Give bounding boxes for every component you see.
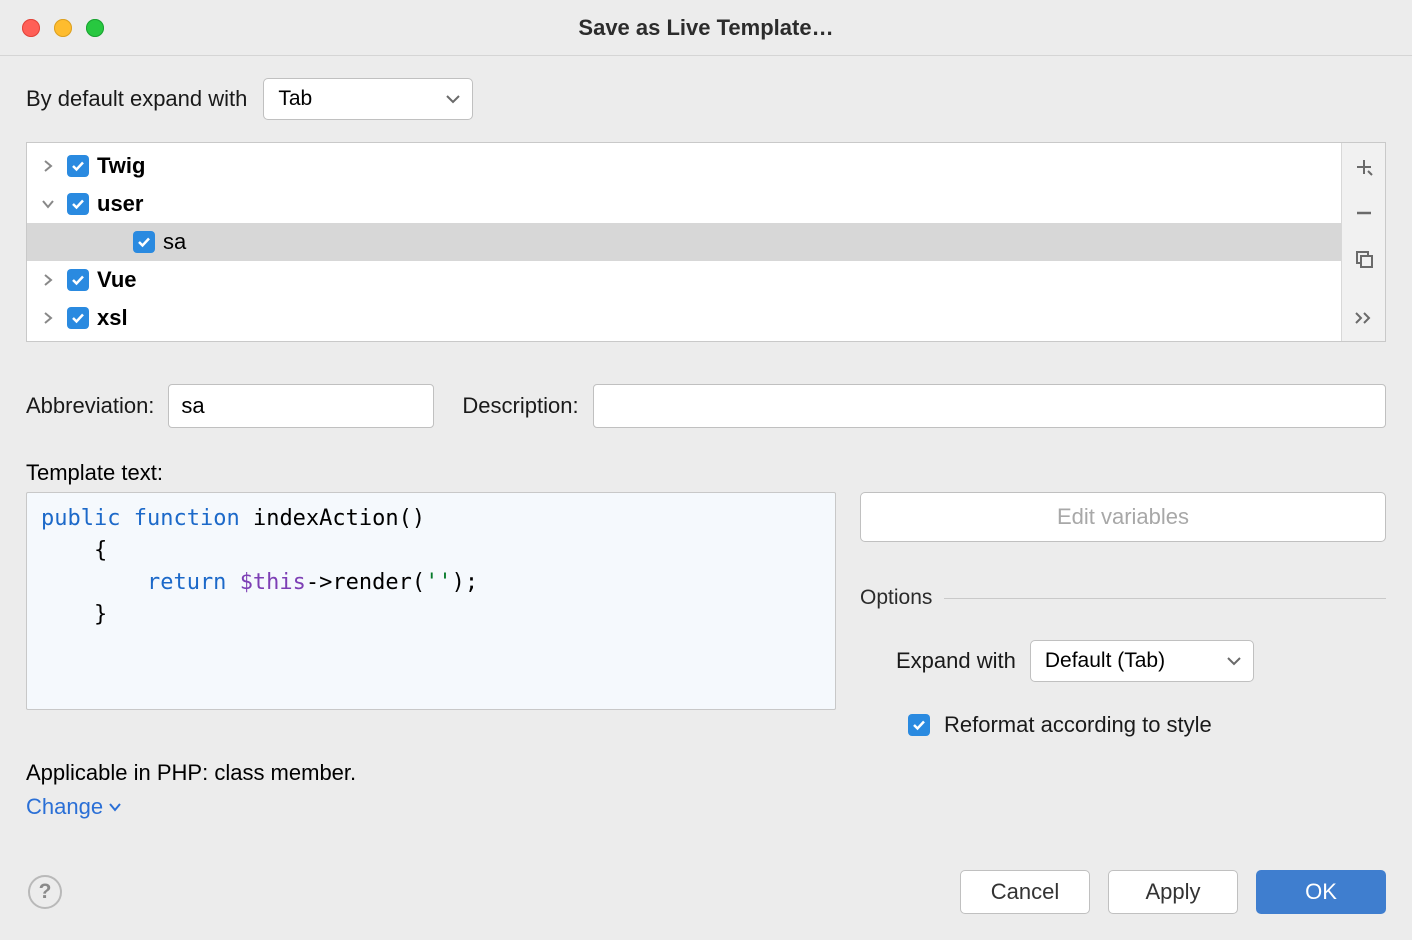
help-icon[interactable]: ? <box>28 875 62 909</box>
duplicate-icon[interactable] <box>1350 245 1378 273</box>
code-text: indexAction() <box>240 506 425 531</box>
dialog-title: Save as Live Template… <box>0 15 1412 41</box>
expand-with-default-value: Tab <box>278 87 312 111</box>
button-label: Cancel <box>991 879 1059 905</box>
expand-with-default-select[interactable]: Tab <box>263 78 473 120</box>
ok-button[interactable]: OK <box>1256 870 1386 914</box>
chevron-right-icon[interactable] <box>37 159 59 173</box>
abbreviation-row: Abbreviation: Description: <box>26 384 1386 428</box>
expand-with-default-label: By default expand with <box>26 86 247 112</box>
window-controls <box>0 19 104 37</box>
code-text: { <box>41 538 107 563</box>
dialog-window: Save as Live Template… By default expand… <box>0 0 1412 940</box>
applicable-context: Applicable in PHP: class member. <box>26 760 1386 786</box>
tree-item-twig[interactable]: Twig <box>27 147 1341 185</box>
tree-item-user[interactable]: user <box>27 185 1341 223</box>
code-kw: public <box>41 506 120 531</box>
tree-item-xsl[interactable]: xsl <box>27 299 1341 337</box>
tree-item-vue[interactable]: Vue <box>27 261 1341 299</box>
apply-button[interactable]: Apply <box>1108 870 1238 914</box>
code-kw: return <box>41 570 240 595</box>
checkbox-icon[interactable] <box>133 231 155 253</box>
add-icon[interactable] <box>1350 153 1378 181</box>
tree-toolbar <box>1341 143 1385 341</box>
more-icon[interactable] <box>1350 303 1378 331</box>
footer: ? Cancel Apply OK <box>26 852 1386 940</box>
change-link-label: Change <box>26 794 103 820</box>
template-tree[interactable]: Twig user sa Vue <box>27 143 1341 341</box>
options-heading: Options <box>860 586 1386 610</box>
reformat-row: Reformat according to style <box>908 712 1386 738</box>
reformat-label: Reformat according to style <box>944 712 1212 738</box>
description-input[interactable] <box>593 384 1386 428</box>
template-text-editor[interactable]: public function indexAction() { return $… <box>26 492 836 710</box>
expand-with-row: Expand with Default (Tab) <box>896 640 1386 682</box>
chevron-down-icon <box>109 802 121 812</box>
chevron-down-icon <box>1227 656 1241 666</box>
chevron-down-icon[interactable] <box>37 198 59 210</box>
maximize-window-icon[interactable] <box>86 19 104 37</box>
edit-variables-label: Edit variables <box>1057 504 1189 530</box>
description-label: Description: <box>462 393 578 419</box>
checkbox-icon[interactable] <box>67 155 89 177</box>
abbreviation-input[interactable] <box>168 384 434 428</box>
options-label: Options <box>860 586 932 610</box>
checkbox-icon[interactable] <box>67 307 89 329</box>
expand-with-value: Default (Tab) <box>1045 649 1165 673</box>
content-area: By default expand with Tab Twig user <box>0 56 1412 940</box>
titlebar: Save as Live Template… <box>0 0 1412 56</box>
button-label: Apply <box>1145 879 1200 905</box>
expand-with-select[interactable]: Default (Tab) <box>1030 640 1254 682</box>
code-text: ->render( <box>306 570 425 595</box>
expand-with-label: Expand with <box>896 648 1016 674</box>
tree-item-label: Vue <box>97 267 137 293</box>
code-text: } <box>41 602 107 627</box>
template-text-label: Template text: <box>26 460 1386 486</box>
code-str: '' <box>425 570 452 595</box>
chevron-down-icon <box>446 94 460 104</box>
code-kw: function <box>134 506 240 531</box>
edit-variables-button[interactable]: Edit variables <box>860 492 1386 542</box>
template-tree-panel: Twig user sa Vue <box>26 142 1386 342</box>
cancel-button[interactable]: Cancel <box>960 870 1090 914</box>
right-column: Edit variables Options Expand with Defau… <box>860 492 1386 738</box>
minimize-window-icon[interactable] <box>54 19 72 37</box>
change-context-link[interactable]: Change <box>26 794 1386 820</box>
tree-item-label: user <box>97 191 143 217</box>
close-window-icon[interactable] <box>22 19 40 37</box>
abbreviation-label: Abbreviation: <box>26 393 154 419</box>
remove-icon[interactable] <box>1350 199 1378 227</box>
checkbox-icon[interactable] <box>67 269 89 291</box>
chevron-right-icon[interactable] <box>37 311 59 325</box>
checkbox-icon[interactable] <box>67 193 89 215</box>
reformat-checkbox[interactable] <box>908 714 930 736</box>
code-var: $this <box>240 570 306 595</box>
code-text: ); <box>452 570 479 595</box>
chevron-right-icon[interactable] <box>37 273 59 287</box>
tree-item-label: xsl <box>97 305 128 331</box>
tree-item-sa[interactable]: sa <box>27 223 1341 261</box>
expand-with-default-row: By default expand with Tab <box>26 78 1386 120</box>
tree-item-label: Twig <box>97 153 145 179</box>
tree-item-label: sa <box>163 229 186 255</box>
button-label: OK <box>1305 879 1337 905</box>
template-mid-row: public function indexAction() { return $… <box>26 492 1386 738</box>
divider <box>944 598 1386 599</box>
